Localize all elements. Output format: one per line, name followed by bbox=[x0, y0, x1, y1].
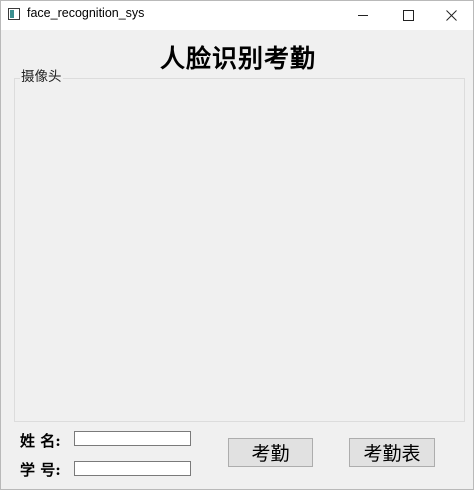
app-window: face_recognition_sys 人脸识别考勤 摄像头 姓 名: 学 号… bbox=[0, 0, 474, 490]
maximize-icon bbox=[402, 10, 414, 21]
name-label: 姓 名: bbox=[20, 432, 61, 450]
page-title: 人脸识别考勤 bbox=[159, 44, 316, 73]
window-title: face_recognition_sys bbox=[27, 6, 145, 20]
student-id-label: 学 号: bbox=[20, 461, 61, 479]
camera-group-label: 摄像头 bbox=[20, 69, 63, 86]
minimize-button[interactable] bbox=[341, 1, 385, 30]
student-id-input[interactable] bbox=[74, 461, 191, 476]
title-bar[interactable]: face_recognition_sys bbox=[1, 1, 473, 30]
camera-view-group bbox=[14, 78, 465, 422]
maximize-button[interactable] bbox=[386, 1, 430, 30]
close-icon bbox=[445, 10, 457, 21]
close-button[interactable] bbox=[429, 1, 473, 30]
attendance-table-button[interactable]: 考勤表 bbox=[349, 438, 435, 467]
attendance-button[interactable]: 考勤 bbox=[228, 438, 313, 467]
minimize-icon bbox=[358, 15, 368, 16]
name-input[interactable] bbox=[74, 431, 191, 446]
app-icon bbox=[8, 8, 20, 20]
